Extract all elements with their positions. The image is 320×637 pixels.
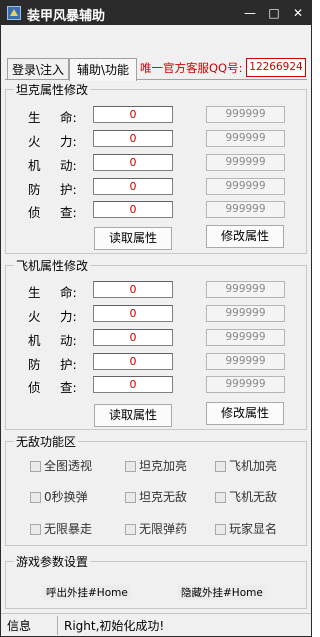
- tank-hp-input[interactable]: 999999: [206, 106, 285, 123]
- plane-group-title: 飞机属性修改: [14, 257, 91, 274]
- invincible-group-title: 无敌功能区: [14, 433, 79, 450]
- plane-read-button[interactable]: 读取属性: [94, 404, 172, 427]
- checkbox-zero-reload[interactable]: 0秒换弹: [30, 490, 88, 504]
- game-params-title: 游戏参数设置: [14, 553, 91, 570]
- main-window: 装甲风暴辅助 — □ ✕ 登录\注入 辅助\功能 唯一官方客服QQ号: 1226…: [0, 0, 312, 637]
- tank-hp-value[interactable]: 0: [93, 106, 173, 123]
- checkbox-plane-highlight[interactable]: 飞机加亮: [215, 459, 277, 473]
- checkbox-box: [30, 492, 41, 503]
- plane-hp-label-b: 命:: [60, 285, 77, 300]
- tank-mobility-input[interactable]: 999999: [206, 154, 285, 171]
- qq-number-field[interactable]: 12266924: [246, 58, 306, 77]
- close-button[interactable]: ✕: [287, 4, 309, 22]
- plane-armor-input[interactable]: 999999: [206, 353, 285, 370]
- tab-login-inject[interactable]: 登录\注入: [7, 58, 69, 80]
- maximize-button[interactable]: □: [263, 4, 285, 22]
- tank-scout-label-b: 查:: [60, 205, 77, 220]
- app-icon: [7, 6, 21, 20]
- plane-armor-value[interactable]: 0: [93, 353, 173, 370]
- tab-assist-functions[interactable]: 辅助\功能: [69, 58, 137, 81]
- plane-hp-label-a: 生: [28, 285, 41, 300]
- checkbox-full-map-vision[interactable]: 全图透视: [30, 459, 92, 473]
- tank-hp-label-a: 生: [28, 110, 41, 125]
- maximize-icon: □: [268, 6, 280, 20]
- tank-armor-label-a: 防: [28, 182, 41, 197]
- tank-scout-label-a: 侦: [28, 205, 41, 220]
- tank-armor-value[interactable]: 0: [93, 178, 173, 195]
- status-message: Right,初始化成功!: [64, 619, 165, 633]
- tank-scout-value[interactable]: 0: [93, 201, 173, 218]
- plane-firepower-input[interactable]: 999999: [206, 305, 285, 322]
- plane-scout-value[interactable]: 0: [93, 376, 173, 393]
- tank-firepower-label-b: 力:: [60, 134, 77, 149]
- checkbox-box: [125, 524, 136, 535]
- plane-firepower-label-a: 火: [28, 309, 41, 324]
- tank-mobility-label-a: 机: [28, 158, 41, 173]
- status-bar: 信息 Right,初始化成功!: [1, 613, 311, 636]
- tank-mobility-value[interactable]: 0: [93, 154, 173, 171]
- checkbox-plane-invincible[interactable]: 飞机无敌: [215, 490, 277, 504]
- plane-firepower-value[interactable]: 0: [93, 305, 173, 322]
- tank-group-title: 坦克属性修改: [14, 81, 91, 98]
- official-qq-label: 唯一官方客服QQ号:: [140, 61, 243, 75]
- plane-modify-button[interactable]: 修改属性: [206, 402, 284, 425]
- tank-firepower-input[interactable]: 999999: [206, 130, 285, 147]
- checkbox-box: [125, 461, 136, 472]
- checkbox-box: [215, 492, 226, 503]
- checkbox-unlimited-rampage[interactable]: 无限暴走: [30, 522, 92, 536]
- tank-scout-input[interactable]: 999999: [206, 201, 285, 218]
- plane-scout-label-b: 查:: [60, 380, 77, 395]
- plane-firepower-label-b: 力:: [60, 309, 77, 324]
- status-divider: [57, 616, 58, 635]
- show-hack-hotkey[interactable]: 呼出外挂#Home: [43, 585, 131, 600]
- checkbox-box: [125, 492, 136, 503]
- checkbox-box: [30, 524, 41, 535]
- plane-armor-label-a: 防: [28, 357, 41, 372]
- tank-mobility-label-b: 动:: [60, 158, 77, 173]
- plane-hp-input[interactable]: 999999: [206, 281, 285, 298]
- checkbox-box: [215, 524, 226, 535]
- plane-mobility-input[interactable]: 999999: [206, 329, 285, 346]
- checkbox-tank-invincible[interactable]: 坦克无敌: [125, 490, 187, 504]
- tab-divider: [5, 79, 307, 80]
- plane-hp-value[interactable]: 0: [93, 281, 173, 298]
- plane-armor-label-b: 护:: [60, 357, 77, 372]
- tank-firepower-value[interactable]: 0: [93, 130, 173, 147]
- window-title: 装甲风暴辅助: [27, 9, 106, 24]
- tank-read-button[interactable]: 读取属性: [94, 227, 172, 250]
- minimize-icon: —: [244, 6, 256, 20]
- tank-hp-label-b: 命:: [60, 110, 77, 125]
- title-bar[interactable]: 装甲风暴辅助 — □ ✕: [1, 1, 311, 25]
- checkbox-unlimited-ammo[interactable]: 无限弹药: [125, 522, 187, 536]
- tank-armor-label-b: 护:: [60, 182, 77, 197]
- tank-modify-button[interactable]: 修改属性: [206, 225, 284, 248]
- status-label: 信息: [7, 619, 32, 633]
- hide-hack-hotkey[interactable]: 隐藏外挂#Home: [178, 585, 266, 600]
- plane-mobility-value[interactable]: 0: [93, 329, 173, 346]
- plane-mobility-label-b: 动:: [60, 333, 77, 348]
- plane-scout-label-a: 侦: [28, 380, 41, 395]
- checkbox-box: [30, 461, 41, 472]
- plane-mobility-label-a: 机: [28, 333, 41, 348]
- checkbox-box: [215, 461, 226, 472]
- plane-scout-input[interactable]: 999999: [206, 376, 285, 393]
- checkbox-tank-highlight[interactable]: 坦克加亮: [125, 459, 187, 473]
- tank-armor-input[interactable]: 999999: [206, 178, 285, 195]
- checkbox-show-player-names[interactable]: 玩家显名: [215, 522, 277, 536]
- minimize-button[interactable]: —: [239, 4, 261, 22]
- tank-firepower-label-a: 火: [28, 134, 41, 149]
- close-icon: ✕: [292, 6, 304, 20]
